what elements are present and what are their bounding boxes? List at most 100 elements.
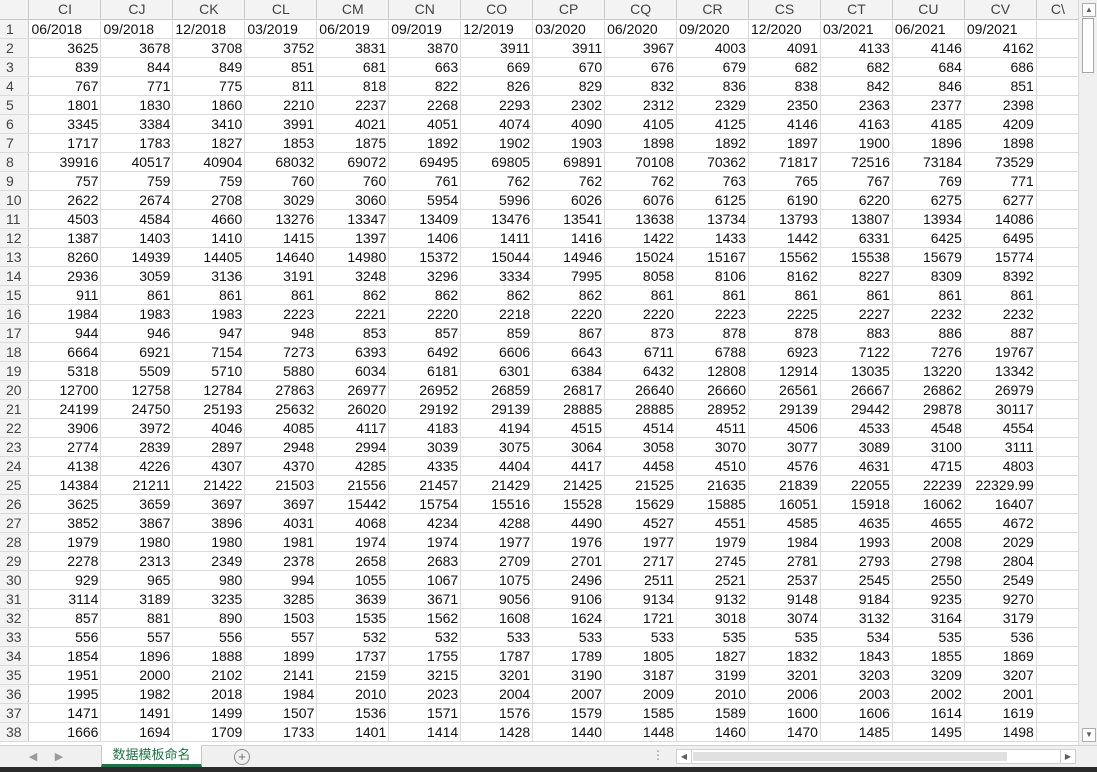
vertical-scroll-thumb[interactable] xyxy=(1082,18,1094,73)
cell-cj24[interactable]: 4226 xyxy=(100,456,174,476)
cell-ct11[interactable]: 13807 xyxy=(820,209,893,229)
cell-cw1[interactable] xyxy=(1036,19,1080,39)
cell-cn22[interactable]: 4183 xyxy=(388,418,462,438)
cell-ck30[interactable]: 980 xyxy=(172,570,246,590)
cell-cr34[interactable]: 1827 xyxy=(676,646,750,666)
cell-cr36[interactable]: 2010 xyxy=(676,684,750,704)
cell-cl20[interactable]: 27863 xyxy=(244,380,318,400)
cell-cj14[interactable]: 3059 xyxy=(100,266,174,286)
cell-cq36[interactable]: 2009 xyxy=(604,684,678,704)
cell-ck29[interactable]: 2349 xyxy=(172,551,246,571)
cell-cq12[interactable]: 1422 xyxy=(604,228,678,248)
cell-cl27[interactable]: 4031 xyxy=(244,513,318,533)
column-header-cm[interactable]: CM xyxy=(316,0,390,20)
cell-cj9[interactable]: 759 xyxy=(100,171,174,191)
row-header[interactable]: 2 xyxy=(0,38,30,58)
cell-cp26[interactable]: 15528 xyxy=(532,494,606,514)
cell-co34[interactable]: 1787 xyxy=(460,646,534,666)
cell-ct26[interactable]: 15918 xyxy=(820,494,893,514)
cell-cq11[interactable]: 13638 xyxy=(604,209,678,229)
cell-cj22[interactable]: 3972 xyxy=(100,418,174,438)
cell-cu21[interactable]: 29878 xyxy=(892,399,965,419)
cell-cp4[interactable]: 829 xyxy=(532,76,606,96)
cell-ck1[interactable]: 12/2018 xyxy=(172,19,246,39)
cell-cl6[interactable]: 3991 xyxy=(244,114,318,134)
cell-cj13[interactable]: 14939 xyxy=(100,247,174,267)
cell-cq25[interactable]: 21525 xyxy=(604,475,678,495)
cell-cr14[interactable]: 8106 xyxy=(676,266,750,286)
row-header[interactable]: 26 xyxy=(0,494,30,514)
prev-sheet-icon[interactable]: ◀ xyxy=(26,750,40,764)
cell-cq23[interactable]: 3058 xyxy=(604,437,678,457)
cell-cu6[interactable]: 4185 xyxy=(892,114,965,134)
cell-cp17[interactable]: 867 xyxy=(532,323,606,343)
cell-cq13[interactable]: 15024 xyxy=(604,247,678,267)
cell-cj12[interactable]: 1403 xyxy=(100,228,174,248)
cell-cj17[interactable]: 946 xyxy=(100,323,174,343)
scroll-right-icon[interactable]: ▶ xyxy=(1060,750,1075,763)
cell-cn26[interactable]: 15754 xyxy=(388,494,462,514)
cell-co31[interactable]: 9056 xyxy=(460,589,534,609)
cell-cl21[interactable]: 25632 xyxy=(244,399,318,419)
cell-cw15[interactable] xyxy=(1036,285,1080,305)
cell-cu27[interactable]: 4655 xyxy=(892,513,965,533)
cell-cr33[interactable]: 535 xyxy=(676,627,750,647)
cell-cu31[interactable]: 9235 xyxy=(892,589,965,609)
cell-cn2[interactable]: 3870 xyxy=(388,38,462,58)
cell-cp12[interactable]: 1416 xyxy=(532,228,606,248)
cell-cu10[interactable]: 6275 xyxy=(892,190,965,210)
row-header[interactable]: 38 xyxy=(0,722,30,742)
cell-cv37[interactable]: 1619 xyxy=(964,703,1037,723)
cell-cs19[interactable]: 12914 xyxy=(748,361,821,381)
cell-ck5[interactable]: 1860 xyxy=(172,95,246,115)
cell-cr17[interactable]: 878 xyxy=(676,323,750,343)
cell-cp38[interactable]: 1440 xyxy=(532,722,606,742)
cell-cw4[interactable] xyxy=(1036,76,1080,96)
cell-cl24[interactable]: 4370 xyxy=(244,456,318,476)
cell-cl25[interactable]: 21503 xyxy=(244,475,318,495)
cell-cl15[interactable]: 861 xyxy=(244,285,318,305)
cell-ck22[interactable]: 4046 xyxy=(172,418,246,438)
cell-ci30[interactable]: 929 xyxy=(28,570,102,590)
cell-ck7[interactable]: 1827 xyxy=(172,133,246,153)
cell-cm34[interactable]: 1737 xyxy=(316,646,390,666)
cell-cw33[interactable] xyxy=(1036,627,1080,647)
cell-ct13[interactable]: 15538 xyxy=(820,247,893,267)
cell-co29[interactable]: 2709 xyxy=(460,551,534,571)
cell-cp16[interactable]: 2220 xyxy=(532,304,606,324)
cell-cv24[interactable]: 4803 xyxy=(964,456,1037,476)
cell-cj35[interactable]: 2000 xyxy=(100,665,174,685)
cell-cm29[interactable]: 2658 xyxy=(316,551,390,571)
sheet-tab-active[interactable]: 数据模板命名 xyxy=(101,745,202,767)
cell-cs16[interactable]: 2225 xyxy=(748,304,821,324)
cell-ci37[interactable]: 1471 xyxy=(28,703,102,723)
cell-ct19[interactable]: 13035 xyxy=(820,361,893,381)
row-header[interactable]: 20 xyxy=(0,380,30,400)
cell-cm35[interactable]: 2159 xyxy=(316,665,390,685)
cell-cl33[interactable]: 557 xyxy=(244,627,318,647)
cell-ci15[interactable]: 911 xyxy=(28,285,102,305)
cell-cr21[interactable]: 28952 xyxy=(676,399,750,419)
cell-cw26[interactable] xyxy=(1036,494,1080,514)
cell-co24[interactable]: 4404 xyxy=(460,456,534,476)
cell-cp15[interactable]: 862 xyxy=(532,285,606,305)
cell-cn20[interactable]: 26952 xyxy=(388,380,462,400)
cell-cj21[interactable]: 24750 xyxy=(100,399,174,419)
column-header-ci[interactable]: CI xyxy=(28,0,102,20)
column-header-cr[interactable]: CR xyxy=(676,0,750,20)
cell-cr2[interactable]: 4003 xyxy=(676,38,750,58)
cell-cr3[interactable]: 679 xyxy=(676,57,750,77)
cell-cl14[interactable]: 3191 xyxy=(244,266,318,286)
cell-ci22[interactable]: 3906 xyxy=(28,418,102,438)
cell-ct1[interactable]: 03/2021 xyxy=(820,19,893,39)
cell-cm15[interactable]: 862 xyxy=(316,285,390,305)
cell-cl12[interactable]: 1415 xyxy=(244,228,318,248)
cell-co15[interactable]: 862 xyxy=(460,285,534,305)
column-header-cq[interactable]: CQ xyxy=(604,0,678,20)
cell-co18[interactable]: 6606 xyxy=(460,342,534,362)
cell-cq20[interactable]: 26640 xyxy=(604,380,678,400)
cell-cq6[interactable]: 4105 xyxy=(604,114,678,134)
cell-cl28[interactable]: 1981 xyxy=(244,532,318,552)
cell-cp31[interactable]: 9106 xyxy=(532,589,606,609)
cell-cu24[interactable]: 4715 xyxy=(892,456,965,476)
